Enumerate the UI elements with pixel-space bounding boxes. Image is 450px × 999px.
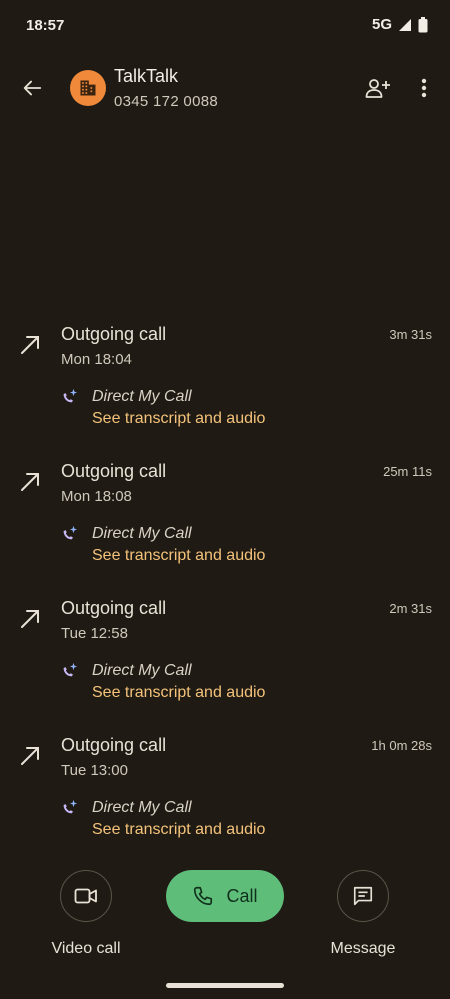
back-button[interactable] — [14, 70, 50, 106]
add-contact-button[interactable] — [360, 70, 396, 106]
more-options-button[interactable] — [406, 70, 442, 106]
call-history-item[interactable]: Outgoing call Tue 12:58 2m 31s Direct My… — [0, 592, 450, 729]
chat-bubble-icon — [353, 886, 373, 906]
contact-name: TalkTalk — [114, 66, 179, 86]
call-button[interactable]: Call — [166, 870, 284, 922]
outgoing-arrow-icon — [21, 747, 39, 765]
see-transcript-link[interactable]: See transcript and audio — [92, 547, 265, 565]
phone-icon — [194, 886, 213, 906]
contact-number: 0345 172 0088 — [114, 93, 218, 110]
call-type: Outgoing call — [61, 461, 167, 481]
sparkle-phone-icon — [63, 662, 78, 677]
call-history-list: Outgoing call Mon 18:04 3m 31s Direct My… — [0, 318, 450, 866]
business-building-icon — [80, 80, 96, 96]
outgoing-arrow-icon — [21, 336, 39, 354]
status-time: 18:57 — [26, 17, 65, 34]
video-call-button[interactable] — [60, 870, 112, 922]
see-transcript-link[interactable]: See transcript and audio — [92, 410, 265, 428]
outgoing-arrow-icon — [21, 473, 39, 491]
sparkle-phone-icon — [63, 799, 78, 814]
see-transcript-link[interactable]: See transcript and audio — [92, 821, 265, 839]
call-duration: 3m 31s — [389, 327, 432, 342]
direct-my-call-label: Direct My Call — [92, 799, 192, 816]
message-button[interactable] — [337, 870, 389, 922]
battery-icon — [418, 16, 428, 32]
status-bar: 18:57 5G — [0, 0, 450, 52]
sparkle-phone-icon — [63, 388, 78, 403]
direct-my-call-label: Direct My Call — [92, 388, 192, 405]
direct-my-call-label: Direct My Call — [92, 525, 192, 542]
sparkle-phone-icon — [63, 525, 78, 540]
signal-icon — [399, 18, 411, 31]
call-time: Mon 18:08 — [61, 488, 132, 505]
call-history-item[interactable]: Outgoing call Mon 18:04 3m 31s Direct My… — [0, 318, 450, 455]
call-type: Outgoing call — [61, 324, 167, 344]
bottom-action-bar: Call Video call Message — [0, 870, 450, 970]
arrow-back-icon — [23, 80, 42, 96]
call-history-item[interactable]: Outgoing call Mon 18:08 25m 11s Direct M… — [0, 455, 450, 592]
call-time: Mon 18:04 — [61, 351, 132, 368]
video-call-label: Video call — [51, 940, 121, 957]
network-type: 5G — [371, 16, 392, 33]
contact-header: TalkTalk 0345 172 0088 — [0, 56, 450, 120]
add-person-icon — [365, 79, 390, 98]
call-duration: 25m 11s — [383, 464, 432, 479]
message-label: Message — [330, 940, 396, 957]
call-time: Tue 13:00 — [61, 762, 128, 779]
see-transcript-link[interactable]: See transcript and audio — [92, 684, 265, 702]
call-duration: 2m 31s — [389, 601, 432, 616]
call-history-item[interactable]: Outgoing call Tue 13:00 1h 0m 28s Direct… — [0, 729, 450, 866]
call-type: Outgoing call — [61, 598, 167, 618]
call-button-label: Call — [226, 885, 258, 906]
direct-my-call-label: Direct My Call — [92, 662, 192, 679]
call-time: Tue 12:58 — [61, 625, 128, 642]
home-indicator[interactable] — [166, 983, 284, 988]
more-vert-icon — [421, 78, 427, 98]
outgoing-arrow-icon — [21, 610, 39, 628]
call-type: Outgoing call — [61, 735, 167, 755]
status-indicators: 5G — [372, 16, 428, 33]
call-duration: 1h 0m 28s — [371, 738, 432, 753]
avatar[interactable] — [70, 70, 106, 106]
videocam-icon — [74, 888, 97, 904]
